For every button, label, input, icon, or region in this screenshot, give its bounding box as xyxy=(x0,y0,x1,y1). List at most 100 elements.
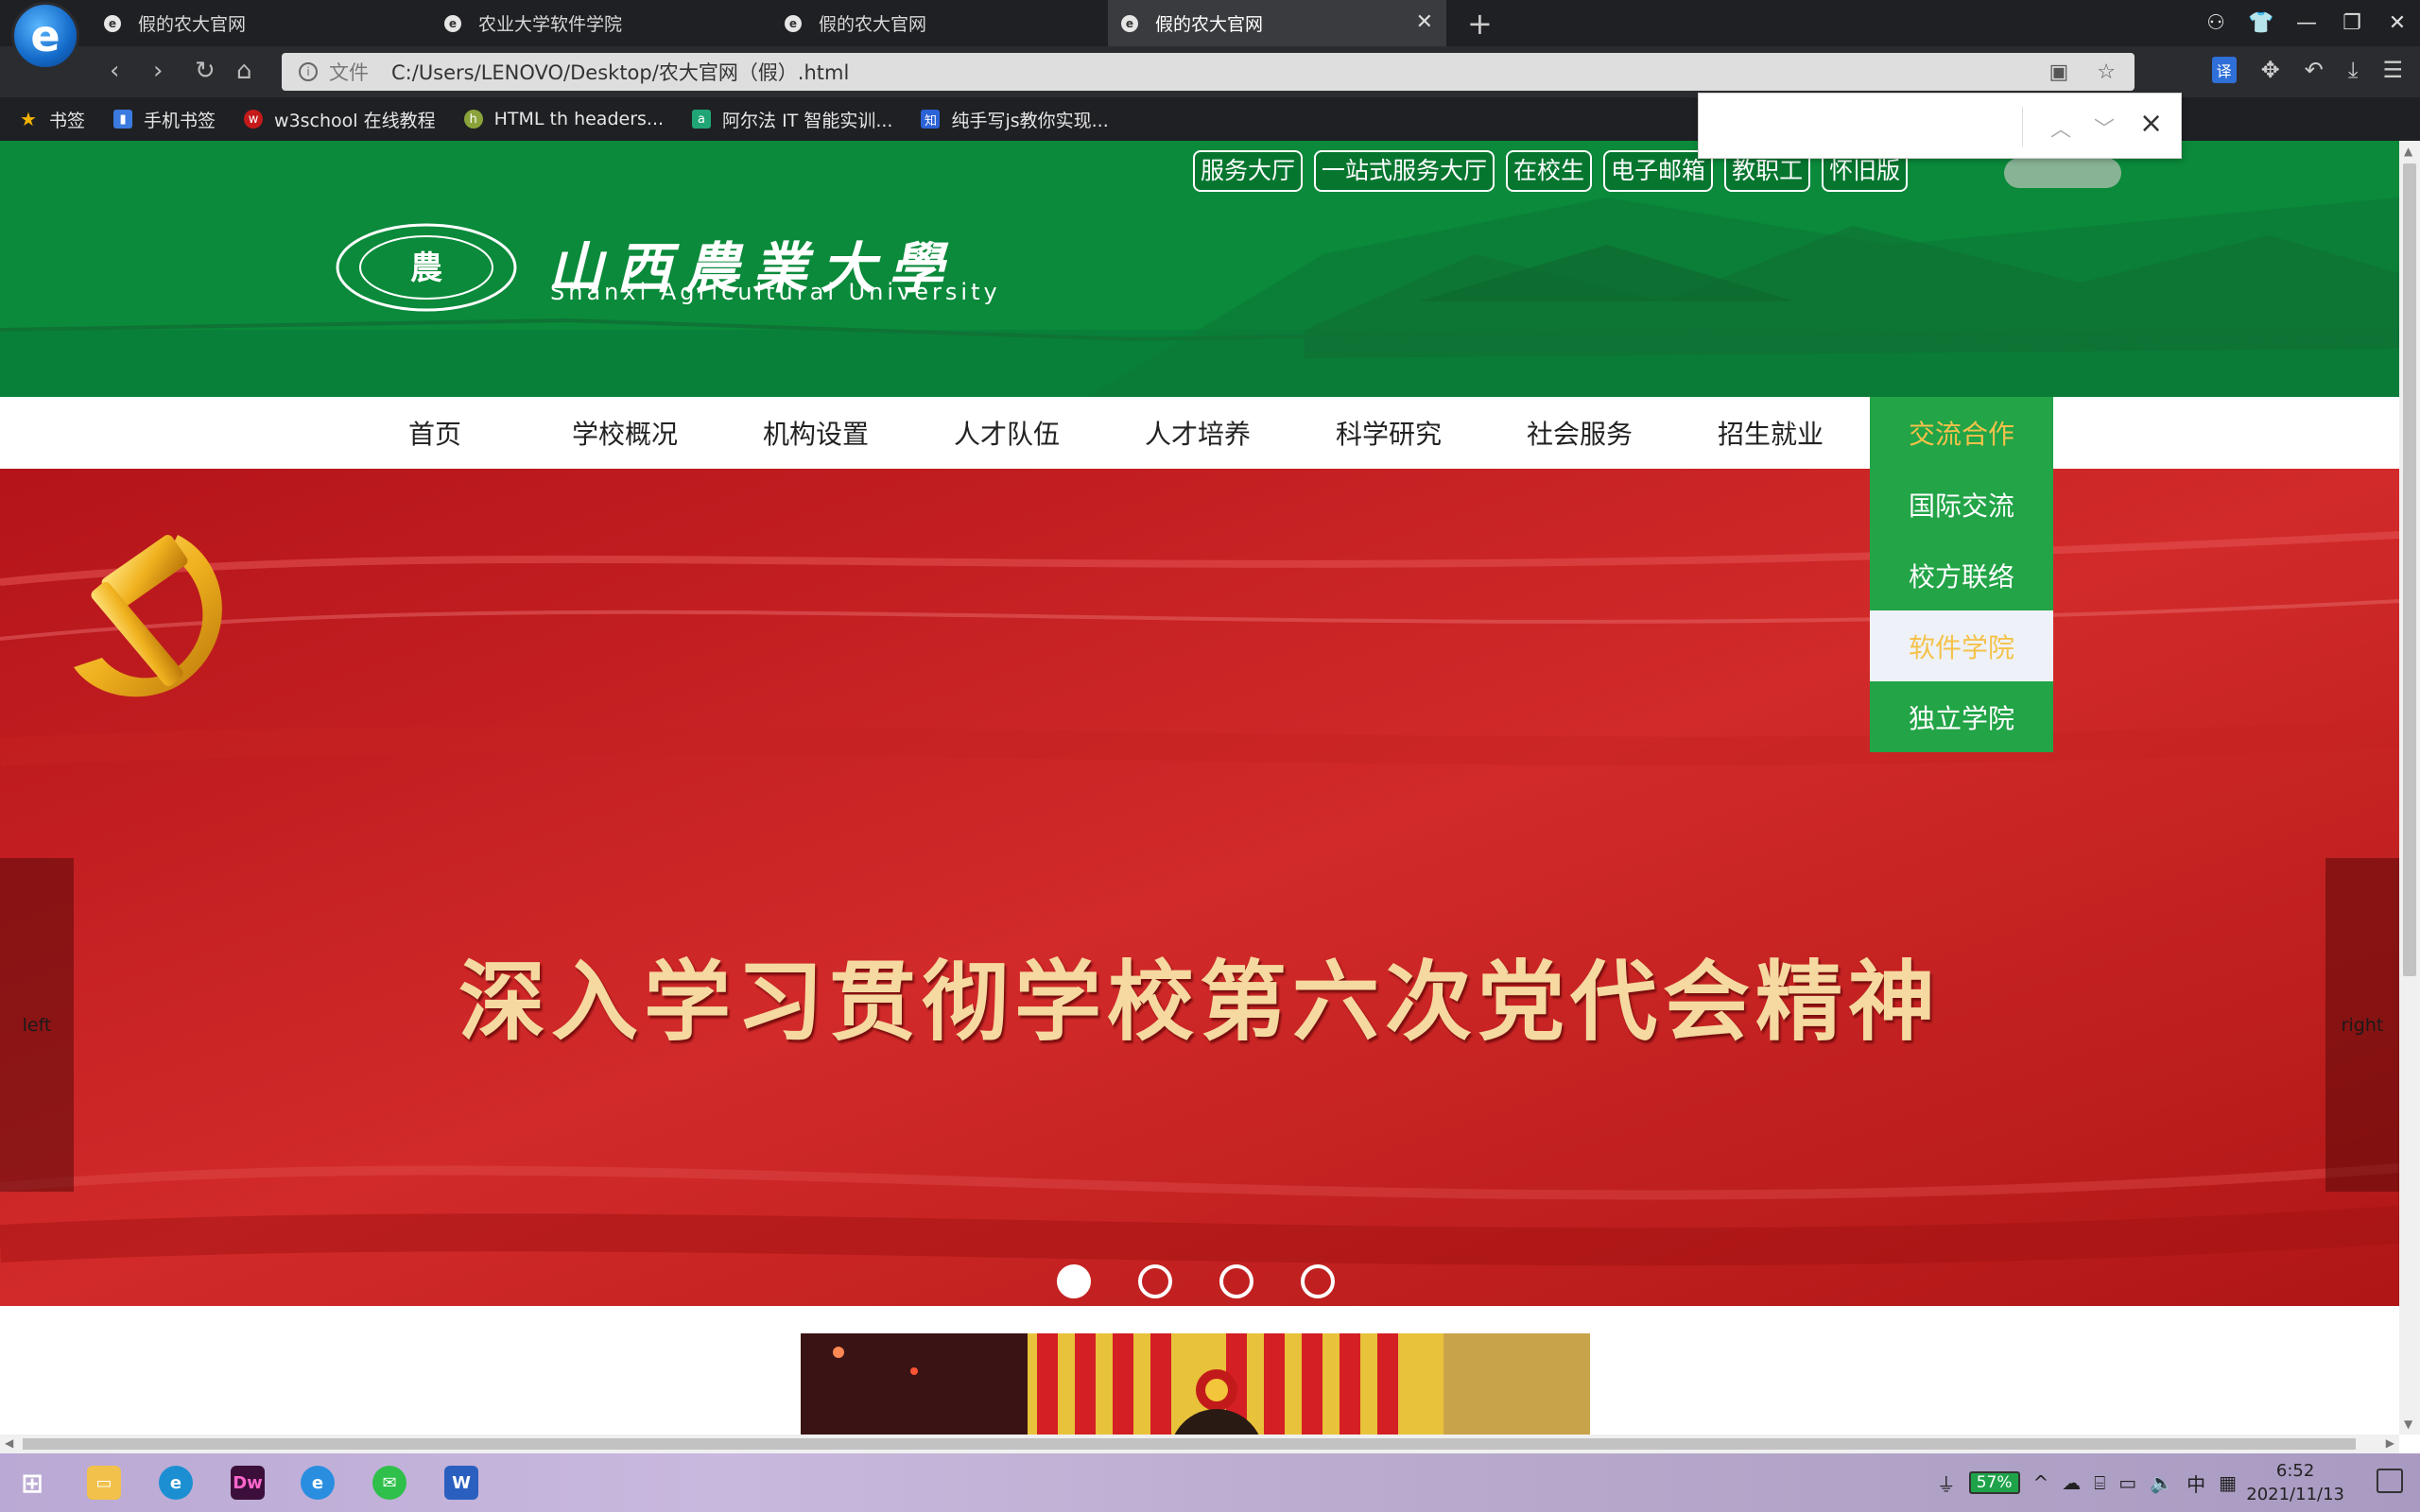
nav-education[interactable]: 人才培养 xyxy=(1103,397,1292,469)
bookmark-item[interactable]: 知 纯手写js教你实现... xyxy=(921,107,1109,132)
nav-social-service[interactable]: 社会服务 xyxy=(1485,397,1674,469)
refresh-icon[interactable]: ↻ xyxy=(195,57,216,85)
dropdown-item-software-college[interactable]: 软件学院 xyxy=(1870,610,2053,681)
bookmark-item[interactable]: a 阿尔法 IT 智能实训... xyxy=(692,107,892,132)
scroll-right-icon[interactable]: ▶ xyxy=(2386,1436,2394,1450)
dropdown-item-independent-college[interactable]: 独立学院 xyxy=(1870,681,2053,752)
maximize-icon[interactable]: ❐ xyxy=(2329,11,2375,35)
carousel-indicators xyxy=(1057,1264,1335,1298)
notification-center-icon[interactable] xyxy=(2377,1469,2403,1493)
browser-tab-active[interactable]: e 假的农大官网 ✕ xyxy=(1108,0,1446,46)
onedrive-icon[interactable]: ☁ xyxy=(2062,1471,2081,1494)
horizontal-scrollbar[interactable]: ◀ ▶ xyxy=(0,1435,2399,1453)
vertical-scrollbar[interactable]: ▲ ▼ xyxy=(2399,141,2420,1435)
exchange-dropdown-menu: 国际交流 校方联络 软件学院 独立学院 xyxy=(1870,469,2053,752)
university-name-en: Shanxi Agricultural University xyxy=(550,279,1001,305)
header-search-pill[interactable] xyxy=(2004,158,2121,188)
display-icon[interactable]: ▭ xyxy=(2118,1471,2136,1494)
close-window-icon[interactable]: ✕ xyxy=(2375,11,2420,35)
carousel-next-button[interactable]: right xyxy=(2325,858,2399,1192)
menu-icon[interactable]: ☰ xyxy=(2382,57,2403,83)
vertical-scroll-thumb[interactable] xyxy=(2403,163,2416,976)
top-link-one-stop-service[interactable]: 一站式服务大厅 xyxy=(1314,150,1495,192)
nav-faculty[interactable]: 人才队伍 xyxy=(912,397,1101,469)
find-previous-icon[interactable]: ︿ xyxy=(2050,112,2071,143)
banner-headline: 深入学习贯彻学校第六次党代会精神 xyxy=(458,952,1941,1053)
top-link-email[interactable]: 电子邮箱 xyxy=(1603,150,1714,192)
nav-home[interactable]: 首页 xyxy=(340,397,529,469)
bookmark-item[interactable]: ▮ 手机书签 xyxy=(113,107,216,132)
battery-indicator[interactable]: 57% xyxy=(1968,1471,2020,1494)
scroll-down-icon[interactable]: ▼ xyxy=(2404,1418,2412,1431)
close-tab-icon[interactable]: ✕ xyxy=(1416,10,1433,34)
network-icon[interactable]: ⌸ xyxy=(2094,1471,2105,1494)
nav-school-overview[interactable]: 学校概况 xyxy=(530,397,719,469)
wechat-icon[interactable]: ✉ xyxy=(372,1466,406,1500)
bookmark-item[interactable]: h HTML th headers... xyxy=(463,109,664,129)
file-explorer-icon[interactable]: ▭ xyxy=(87,1466,121,1500)
tab-title: 假的农大官网 xyxy=(1155,14,1264,35)
find-input[interactable] xyxy=(1710,105,2031,146)
html-icon: h xyxy=(463,110,483,129)
browser-tab[interactable]: e 农业大学软件学院 xyxy=(435,0,775,46)
browser-tab[interactable]: e 假的农大官网 xyxy=(775,0,1106,46)
info-icon[interactable]: i xyxy=(299,62,318,81)
dropdown-item-international[interactable]: 国际交流 xyxy=(1870,469,2053,540)
carousel-dot[interactable] xyxy=(1138,1264,1172,1298)
extensions-icon[interactable]: ✥ xyxy=(2261,57,2280,83)
forward-icon[interactable]: › xyxy=(153,57,163,85)
power-plug-icon[interactable]: ⏚ xyxy=(1937,1469,1956,1497)
page-favicon-icon: e xyxy=(104,14,121,32)
site-header: 服务大厅 一站式服务大厅 在校生 电子邮箱 教职工 怀旧版 農 山西農業大學 S… xyxy=(0,141,2399,397)
carousel-dot[interactable] xyxy=(1219,1264,1253,1298)
url-text[interactable]: C:/Users/LENOVO/Desktop/农大官网（假）.html xyxy=(391,58,849,86)
minimize-icon[interactable]: — xyxy=(2284,11,2329,35)
show-hidden-icons-icon[interactable]: ^ xyxy=(2033,1471,2049,1494)
scroll-up-icon[interactable]: ▲ xyxy=(2404,145,2412,158)
address-bar[interactable]: i 文件 C:/Users/LENOVO/Desktop/农大官网（假）.htm… xyxy=(282,53,2135,91)
news-photo[interactable] xyxy=(801,1333,1590,1435)
w3school-icon: w xyxy=(244,110,264,129)
download-icon[interactable]: ⤓ xyxy=(2348,57,2359,83)
top-link-students[interactable]: 在校生 xyxy=(1506,150,1593,192)
home-icon[interactable]: ⌂ xyxy=(236,57,252,85)
browser-tab[interactable]: e 假的农大官网 xyxy=(95,0,435,46)
bookmark-star-icon[interactable]: ☆ xyxy=(2097,60,2116,84)
scroll-left-icon[interactable]: ◀ xyxy=(5,1436,13,1450)
bookmark-item[interactable]: w w3school 在线教程 xyxy=(244,107,436,132)
system-clock[interactable]: 6:52 2021/11/13 xyxy=(2246,1459,2344,1506)
undo-icon[interactable]: ↶ xyxy=(2305,57,2324,83)
phone-bookmark-icon: ▮ xyxy=(113,110,133,129)
translate-icon[interactable]: 译 xyxy=(2211,57,2237,83)
back-icon[interactable]: ‹ xyxy=(110,57,119,85)
word-icon[interactable]: W xyxy=(444,1466,478,1500)
bookmark-item[interactable]: ★ 书签 xyxy=(19,107,85,132)
carousel-prev-button[interactable]: left xyxy=(0,858,74,1192)
nav-exchange-cooperation[interactable]: 交流合作 xyxy=(1870,397,2053,469)
browser-taskbar-icon[interactable]: e xyxy=(301,1466,335,1500)
reader-mode-icon[interactable]: ▣ xyxy=(2048,60,2068,84)
find-close-icon[interactable]: × xyxy=(2139,107,2163,140)
edge-browser-icon[interactable]: e xyxy=(159,1466,193,1500)
browser-logo-icon[interactable]: e xyxy=(11,2,79,70)
carousel-dot[interactable] xyxy=(1301,1264,1335,1298)
top-link-service-hall[interactable]: 服务大厅 xyxy=(1193,150,1304,192)
horizontal-scroll-thumb[interactable] xyxy=(23,1438,2356,1450)
ime-indicator[interactable]: 中 xyxy=(2187,1469,2205,1497)
carousel-dot[interactable] xyxy=(1057,1264,1091,1298)
skin-icon[interactable]: 👕 xyxy=(2238,11,2284,35)
find-next-icon[interactable]: ﹀ xyxy=(2094,112,2115,143)
dreamweaver-icon[interactable]: Dw xyxy=(231,1466,265,1500)
main-navigation: 首页 学校概况 机构设置 人才队伍 人才培养 科学研究 社会服务 招生就业 交流… xyxy=(0,397,2399,469)
nav-research[interactable]: 科学研究 xyxy=(1294,397,1483,469)
ime-grid-icon[interactable]: ▦ xyxy=(2219,1471,2237,1494)
new-tab-button[interactable]: + xyxy=(1467,6,1493,42)
volume-icon[interactable]: 🔈 xyxy=(2150,1471,2173,1494)
nav-organization[interactable]: 机构设置 xyxy=(721,397,910,469)
page-favicon-icon: e xyxy=(1121,14,1138,32)
account-icon[interactable]: ⚇ xyxy=(2193,11,2238,35)
svg-text:農: 農 xyxy=(410,249,442,287)
nav-admissions[interactable]: 招生就业 xyxy=(1676,397,1865,469)
windows-start-icon[interactable]: ⊞ xyxy=(15,1466,49,1500)
dropdown-item-liaison[interactable]: 校方联络 xyxy=(1870,540,2053,610)
